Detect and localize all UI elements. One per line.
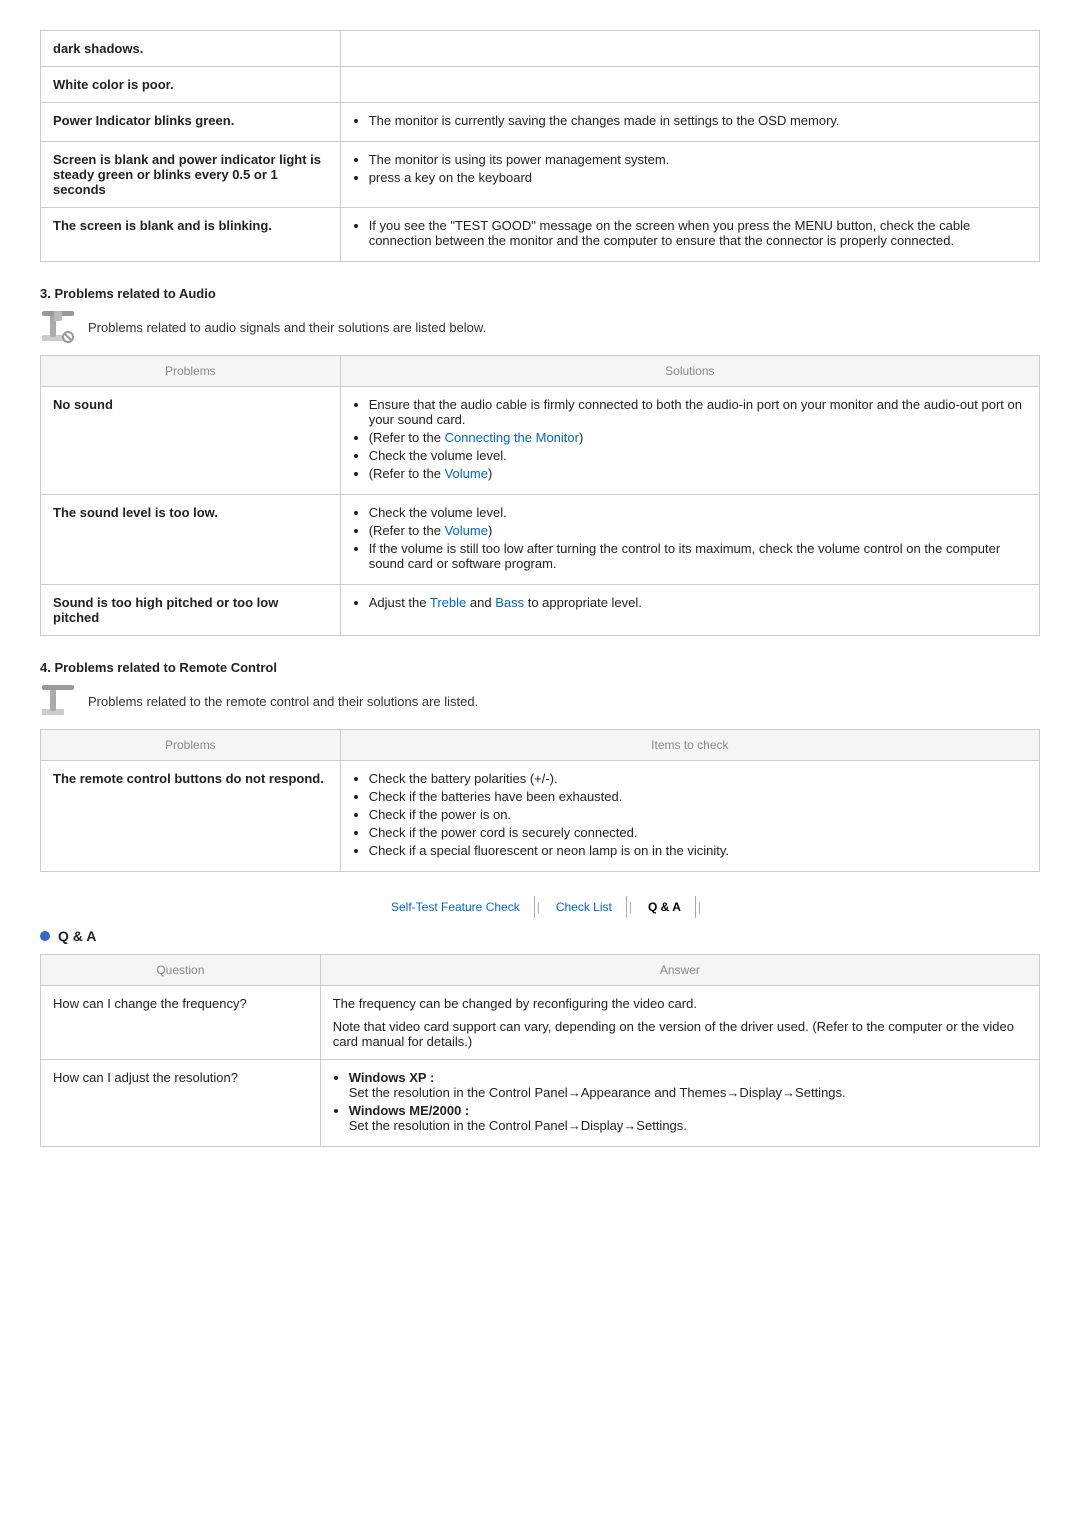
audio-section-title: 3. Problems related to Audio — [40, 286, 1040, 301]
qa-col-question: Question — [41, 955, 321, 986]
audio-section-desc: Problems related to audio signals and th… — [40, 309, 1040, 345]
nav-bar: Self-Test Feature Check | Check List | Q… — [40, 896, 1040, 918]
wrench-icon-2 — [40, 683, 76, 719]
table-row: No sound Ensure that the audio cable is … — [41, 387, 1040, 495]
problem-cell: Screen is blank and power indicator ligh… — [41, 142, 341, 208]
volume-link-1[interactable]: Volume — [445, 466, 488, 481]
problem-cell: White color is poor. — [41, 67, 341, 103]
table-row: How can I change the frequency? The freq… — [41, 986, 1040, 1060]
answer-cell: Windows XP :Set the resolution in the Co… — [320, 1060, 1039, 1147]
problem-cell: Power Indicator blinks green. — [41, 103, 341, 142]
remote-col-items: Items to check — [340, 730, 1039, 761]
audio-col-problem: Problems — [41, 356, 341, 387]
solution-cell: If you see the "TEST GOOD" message on th… — [340, 208, 1039, 262]
nav-self-test[interactable]: Self-Test Feature Check — [377, 896, 535, 918]
nav-qa[interactable]: Q & A — [634, 896, 696, 918]
top-problems-table: dark shadows. White color is poor. Power… — [40, 30, 1040, 262]
bass-link[interactable]: Bass — [495, 595, 524, 610]
audio-problems-table: Problems Solutions No sound Ensure that … — [40, 355, 1040, 636]
audio-col-solution: Solutions — [340, 356, 1039, 387]
wrench-icon — [40, 309, 76, 345]
table-row: The remote control buttons do not respon… — [41, 761, 1040, 872]
connecting-monitor-link[interactable]: Connecting the Monitor — [445, 430, 579, 445]
table-row: Screen is blank and power indicator ligh… — [41, 142, 1040, 208]
audio-desc-text: Problems related to audio signals and th… — [88, 320, 486, 335]
table-row: The sound level is too low. Check the vo… — [41, 495, 1040, 585]
qa-dot-icon — [40, 931, 50, 941]
nav-check-list[interactable]: Check List — [542, 896, 627, 918]
solution-cell: The monitor is currently saving the chan… — [340, 103, 1039, 142]
table-row: How can I adjust the resolution? Windows… — [41, 1060, 1040, 1147]
qa-table: Question Answer How can I change the fre… — [40, 954, 1040, 1147]
answer-cell: The frequency can be changed by reconfig… — [320, 986, 1039, 1060]
solution-cell: Check the volume level. (Refer to the Vo… — [340, 495, 1039, 585]
problem-cell: Sound is too high pitched or too low pit… — [41, 585, 341, 636]
items-cell: Check the battery polarities (+/-). Chec… — [340, 761, 1039, 872]
qa-title: Q & A — [58, 928, 96, 944]
volume-link-2[interactable]: Volume — [445, 523, 488, 538]
solution-cell: The monitor is using its power managemen… — [340, 142, 1039, 208]
problem-cell: The sound level is too low. — [41, 495, 341, 585]
table-row: dark shadows. — [41, 31, 1040, 67]
remote-col-problem: Problems — [41, 730, 341, 761]
problem-cell: The screen is blank and is blinking. — [41, 208, 341, 262]
qa-col-answer: Answer — [320, 955, 1039, 986]
solution-cell: Ensure that the audio cable is firmly co… — [340, 387, 1039, 495]
remote-desc-text: Problems related to the remote control a… — [88, 694, 478, 709]
remote-section-desc: Problems related to the remote control a… — [40, 683, 1040, 719]
remote-section-title: 4. Problems related to Remote Control — [40, 660, 1040, 675]
question-cell: How can I adjust the resolution? — [41, 1060, 321, 1147]
solution-cell — [340, 67, 1039, 103]
treble-link[interactable]: Treble — [430, 595, 466, 610]
qa-header: Q & A — [40, 928, 1040, 944]
solution-cell: Adjust the Treble and Bass to appropriat… — [340, 585, 1039, 636]
table-row: White color is poor. — [41, 67, 1040, 103]
question-cell: How can I change the frequency? — [41, 986, 321, 1060]
problem-cell: The remote control buttons do not respon… — [41, 761, 341, 872]
table-row: Sound is too high pitched or too low pit… — [41, 585, 1040, 636]
solution-cell — [340, 31, 1039, 67]
table-row: Power Indicator blinks green. The monito… — [41, 103, 1040, 142]
problem-cell: No sound — [41, 387, 341, 495]
table-row: The screen is blank and is blinking. If … — [41, 208, 1040, 262]
remote-problems-table: Problems Items to check The remote contr… — [40, 729, 1040, 872]
problem-cell: dark shadows. — [41, 31, 341, 67]
